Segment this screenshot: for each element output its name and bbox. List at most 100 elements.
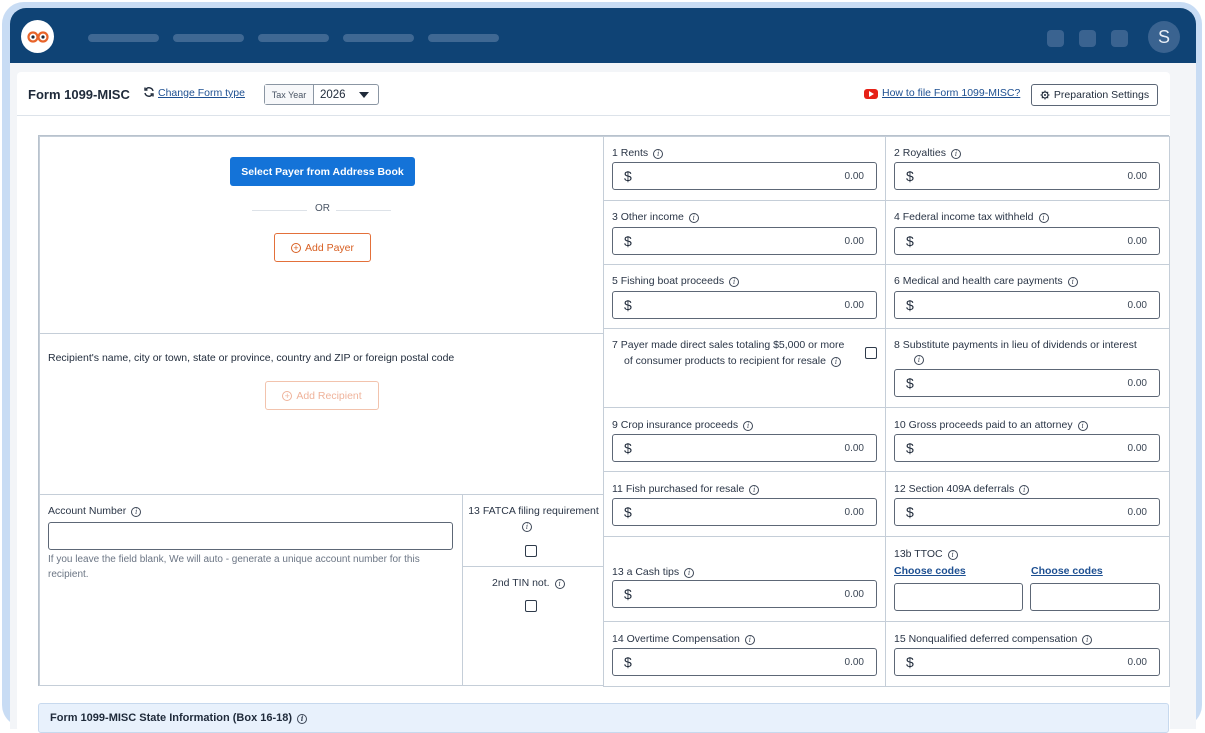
box-11-input[interactable]: $0.00 [612,498,877,526]
box-2-input[interactable]: $0.00 [894,162,1160,190]
info-icon[interactable]: i [297,714,308,724]
box-5-input[interactable]: $0.00 [612,291,877,319]
box-8-input[interactable]: $0.00 [894,369,1160,397]
recipient-label: Recipient's name, city or town, state or… [48,352,455,364]
info-icon[interactable]: i [947,550,958,560]
box-12-section-409a: 12 Section 409A deferrals i $0.00 [885,471,1170,537]
info-icon[interactable]: i [522,522,532,532]
box-13b-label: 13b TTOC i [894,548,958,560]
box-4-input[interactable]: $0.00 [894,227,1160,255]
change-form-type-link[interactable]: Change Form type [158,87,245,99]
nav-item-2[interactable] [173,34,244,42]
toolbar-icon-3[interactable] [1111,30,1128,47]
choose-codes-link-2[interactable]: Choose codes [1031,565,1103,577]
box-3-input[interactable]: $0.00 [612,227,877,255]
toolbar-icon-2[interactable] [1079,30,1096,47]
toolbar-icon-1[interactable] [1047,30,1064,47]
box-4-federal-tax: 4 Federal income tax withheld i $0.00 [885,200,1170,265]
or-separator: OR [315,203,330,214]
add-recipient-button[interactable]: + Add Recipient [265,381,379,410]
info-icon[interactable]: i [653,149,664,159]
chevron-down-icon[interactable] [359,92,369,98]
preparation-settings-button[interactable]: Preparation Settings [1031,84,1158,106]
amount-value: 0.00 [1127,657,1147,668]
box-2-label: 2 Royalties i [894,147,961,159]
dollar-sign: $ [624,586,632,602]
fatca-checkbox[interactable] [525,545,537,557]
box-4-label: 4 Federal income tax withheld i [894,211,1049,223]
info-icon[interactable]: i [1019,485,1030,495]
dollar-sign: $ [906,233,914,249]
refresh-icon[interactable] [143,86,155,98]
box-15-nonqualified: 15 Nonqualified deferred compensation i $… [885,621,1170,687]
box-7-checkbox[interactable] [865,347,877,359]
tax-year-value[interactable]: 2026 [314,85,359,104]
box-5-label: 5 Fishing boat proceeds i [612,275,740,287]
info-icon[interactable]: i [830,357,841,367]
nav-item-1[interactable] [88,34,159,42]
choose-codes-link-1[interactable]: Choose codes [894,565,966,577]
recipient-section: Recipient's name, city or town, state or… [39,333,604,495]
box-12-label: 12 Section 409A deferrals i [894,483,1030,495]
avatar[interactable]: S [1148,21,1180,53]
preparation-settings-label: Preparation Settings [1053,89,1150,101]
amount-value: 0.00 [844,507,864,518]
box-6-label: 6 Medical and health care payments i [894,275,1078,287]
fatca-section: 13 FATCA filing requirement i [462,494,605,567]
info-icon[interactable]: i [1077,421,1088,431]
ttoc-code-input-2[interactable] [1030,583,1160,611]
box-15-input[interactable]: $0.00 [894,648,1160,676]
box-8-substitute-payments: 8 Substitute payments in lieu of dividen… [885,328,1170,408]
amount-value: 0.00 [1127,507,1147,518]
box-11-fish-purchased: 11 Fish purchased for resale i $0.00 [603,471,886,537]
info-icon[interactable]: i [914,355,924,365]
divider [252,210,307,211]
info-icon[interactable]: i [1082,635,1093,645]
tax-year-select[interactable]: Tax Year 2026 [264,84,379,105]
nav-item-3[interactable] [258,34,329,42]
info-icon[interactable]: i [688,213,699,223]
box-1-input[interactable]: $0.00 [612,162,877,190]
second-tin-checkbox[interactable] [525,600,537,612]
box-6-input[interactable]: $0.00 [894,291,1160,319]
box-12-input[interactable]: $0.00 [894,498,1160,526]
info-icon[interactable]: i [743,421,754,431]
ttoc-code-input-1[interactable] [894,583,1023,611]
logo[interactable] [21,20,54,53]
account-number-section: Account Number i If you leave the field b… [39,494,463,686]
info-icon[interactable]: i [729,277,740,287]
info-icon[interactable]: i [749,485,760,495]
info-icon[interactable]: i [554,579,565,589]
info-icon[interactable]: i [684,568,695,578]
amount-value: 0.00 [1127,236,1147,247]
top-navigation-bar: S [10,8,1196,63]
how-to-file-link[interactable]: How to file Form 1099-MISC? [882,87,1020,99]
box-9-input[interactable]: $0.00 [612,434,877,462]
box-14-input[interactable]: $0.00 [612,648,877,676]
info-icon[interactable]: i [950,149,961,159]
nav-item-5[interactable] [428,34,499,42]
box-9-crop-insurance: 9 Crop insurance proceeds i $0.00 [603,407,886,472]
box-7-label-line1: 7 Payer made direct sales totaling $5,00… [612,339,845,351]
form-grid: Select Payer from Address Book OR + Add … [38,135,1170,687]
amount-value: 0.00 [1127,443,1147,454]
select-payer-button[interactable]: Select Payer from Address Book [230,157,415,186]
nav-item-4[interactable] [343,34,414,42]
add-circle-icon: + [282,390,293,401]
box-11-label: 11 Fish purchased for resale i [612,483,760,495]
info-icon[interactable]: i [1038,213,1049,223]
box-10-input[interactable]: $0.00 [894,434,1160,462]
info-icon[interactable]: i [131,507,142,517]
gear-icon [1040,90,1050,100]
dollar-sign: $ [624,233,632,249]
box-15-label: 15 Nonqualified deferred compensation i [894,633,1093,645]
info-icon[interactable]: i [1067,277,1078,287]
amount-value: 0.00 [1127,171,1147,182]
info-icon[interactable]: i [744,635,755,645]
amount-value: 0.00 [844,657,864,668]
box-13a-input[interactable]: $0.00 [612,580,877,608]
box-7-label-line2: of consumer products to recipient for re… [624,355,841,367]
add-payer-button[interactable]: + Add Payer [274,233,371,262]
account-number-input[interactable] [48,522,453,550]
box-10-attorney: 10 Gross proceeds paid to an attorney i $… [885,407,1170,472]
